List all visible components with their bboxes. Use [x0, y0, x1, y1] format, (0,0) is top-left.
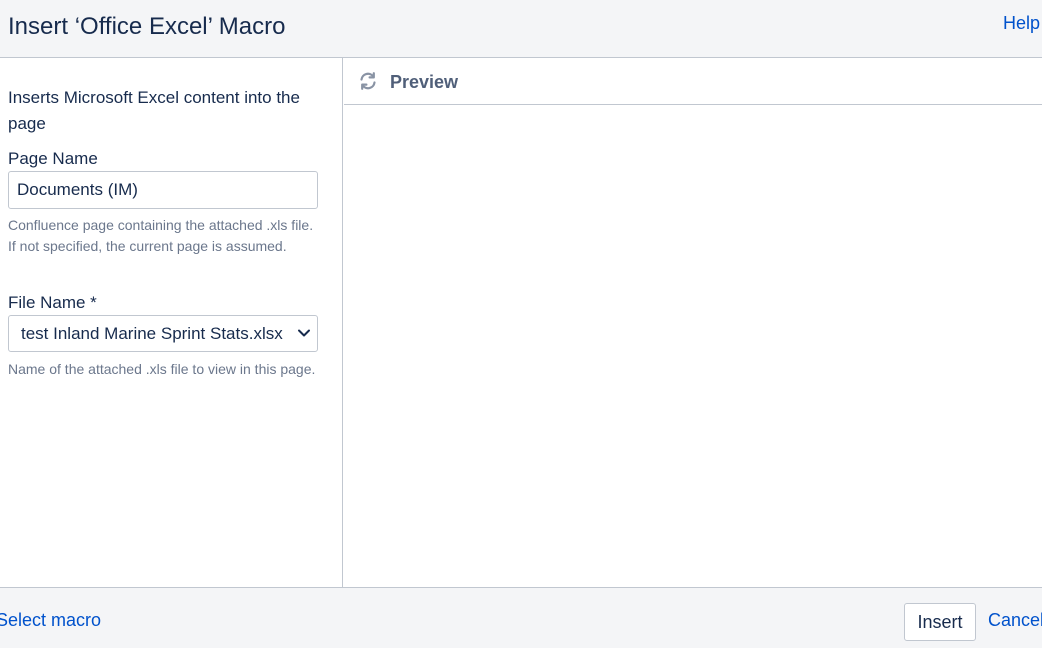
file-name-select[interactable]: test Inland Marine Sprint Stats.xlsx — [8, 315, 318, 352]
dialog-header: Insert ‘Office Excel’ Macro Help — [0, 0, 1042, 58]
file-name-label: File Name * — [8, 293, 97, 312]
page-name-input[interactable] — [8, 171, 318, 209]
dialog-title: Insert ‘Office Excel’ Macro — [8, 13, 286, 40]
cancel-link[interactable]: Cancel — [988, 610, 1042, 631]
help-link[interactable]: Help — [1003, 13, 1040, 34]
refresh-icon[interactable] — [358, 71, 378, 91]
preview-header: Preview — [344, 58, 1042, 105]
file-name-selected-value: test Inland Marine Sprint Stats.xlsx — [21, 324, 283, 343]
insert-button[interactable]: Insert — [904, 603, 976, 641]
chevron-down-icon — [298, 329, 310, 337]
page-name-help: Confluence page containing the attached … — [8, 217, 314, 254]
preview-area — [344, 105, 1042, 587]
preview-title: Preview — [390, 72, 459, 92]
macro-description: Inserts Microsoft Excel content into the… — [8, 88, 300, 133]
page-name-label: Page Name — [8, 149, 98, 168]
dialog-footer: Select macro Insert Cancel — [0, 587, 1042, 648]
file-name-help: Name of the attached .xls file to view i… — [8, 361, 316, 377]
select-macro-link[interactable]: Select macro — [0, 610, 101, 631]
macro-parameters-panel: Inserts Microsoft Excel content into the… — [0, 58, 343, 587]
insert-macro-dialog: Insert ‘Office Excel’ Macro Help Inserts… — [0, 0, 1042, 648]
